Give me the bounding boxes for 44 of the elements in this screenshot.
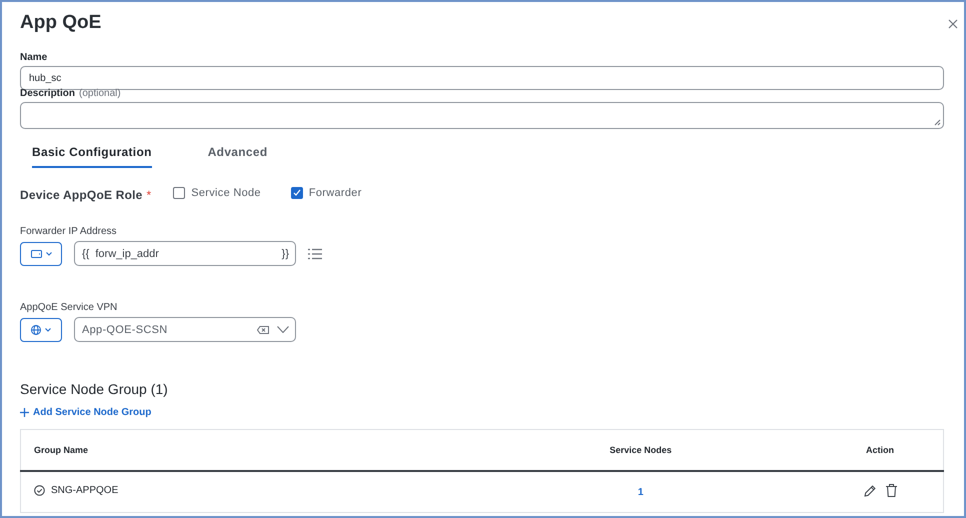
type-dropdown[interactable] <box>20 242 62 266</box>
field-label: Description <box>20 87 76 101</box>
name-field[interactable]: hub_sc <box>20 66 944 90</box>
variable-field[interactable]: {{ forw_ip_addr }} <box>74 241 296 266</box>
brace-mark: }} <box>282 248 289 260</box>
dialog-title: App QoE <box>20 12 102 35</box>
table-cell: SNG-APPQOE <box>51 485 118 496</box>
field-label: Forwarder IP Address <box>20 226 118 238</box>
vpn-dropdown[interactable]: App-QOE-SCSN <box>74 317 296 342</box>
chevron-down-icon <box>46 252 52 256</box>
resize-handle-icon <box>934 119 941 126</box>
column-header: Group Name <box>20 430 464 471</box>
required-mark: * <box>146 188 152 202</box>
chevron-down-icon <box>277 326 289 333</box>
checkbox[interactable] <box>173 187 186 199</box>
close-icon[interactable] <box>948 19 958 29</box>
checkbox-label: Forwarder <box>308 187 362 199</box>
checkbox-label: Service Node <box>191 187 261 199</box>
section-title: Service Node Group (1) <box>20 380 169 398</box>
field-label: AppQoE Service VPN <box>20 302 118 314</box>
field-label: Name <box>20 51 48 65</box>
check-circle-icon <box>34 485 45 496</box>
trash-icon[interactable] <box>886 484 896 498</box>
add-link[interactable]: Add Service Node Group <box>20 407 152 418</box>
field-value: forw_ip_addr <box>95 248 160 260</box>
pencil-icon[interactable] <box>864 484 876 497</box>
optional-hint: (optional) <box>79 87 121 101</box>
field-label: Device AppQoE Role <box>20 188 143 202</box>
field-value: App-QOE-SCSN <box>82 324 169 336</box>
column-header: Service Nodes <box>464 430 817 471</box>
tab[interactable]: Advanced <box>208 142 268 168</box>
column-header: Action <box>817 430 944 471</box>
tab[interactable]: Basic Configuration <box>32 142 152 168</box>
chevron-down-icon <box>45 328 51 332</box>
type-dropdown[interactable] <box>20 318 62 342</box>
device-icon <box>30 250 42 258</box>
brace-mark: {{ <box>82 248 90 260</box>
globe-icon <box>31 324 41 334</box>
node-count-link[interactable]: 1 <box>638 486 644 498</box>
plus-icon <box>20 408 29 417</box>
checkbox[interactable] <box>290 187 303 199</box>
list-icon[interactable] <box>308 248 322 260</box>
clear-icon[interactable] <box>257 326 269 334</box>
description-field[interactable] <box>20 102 944 129</box>
